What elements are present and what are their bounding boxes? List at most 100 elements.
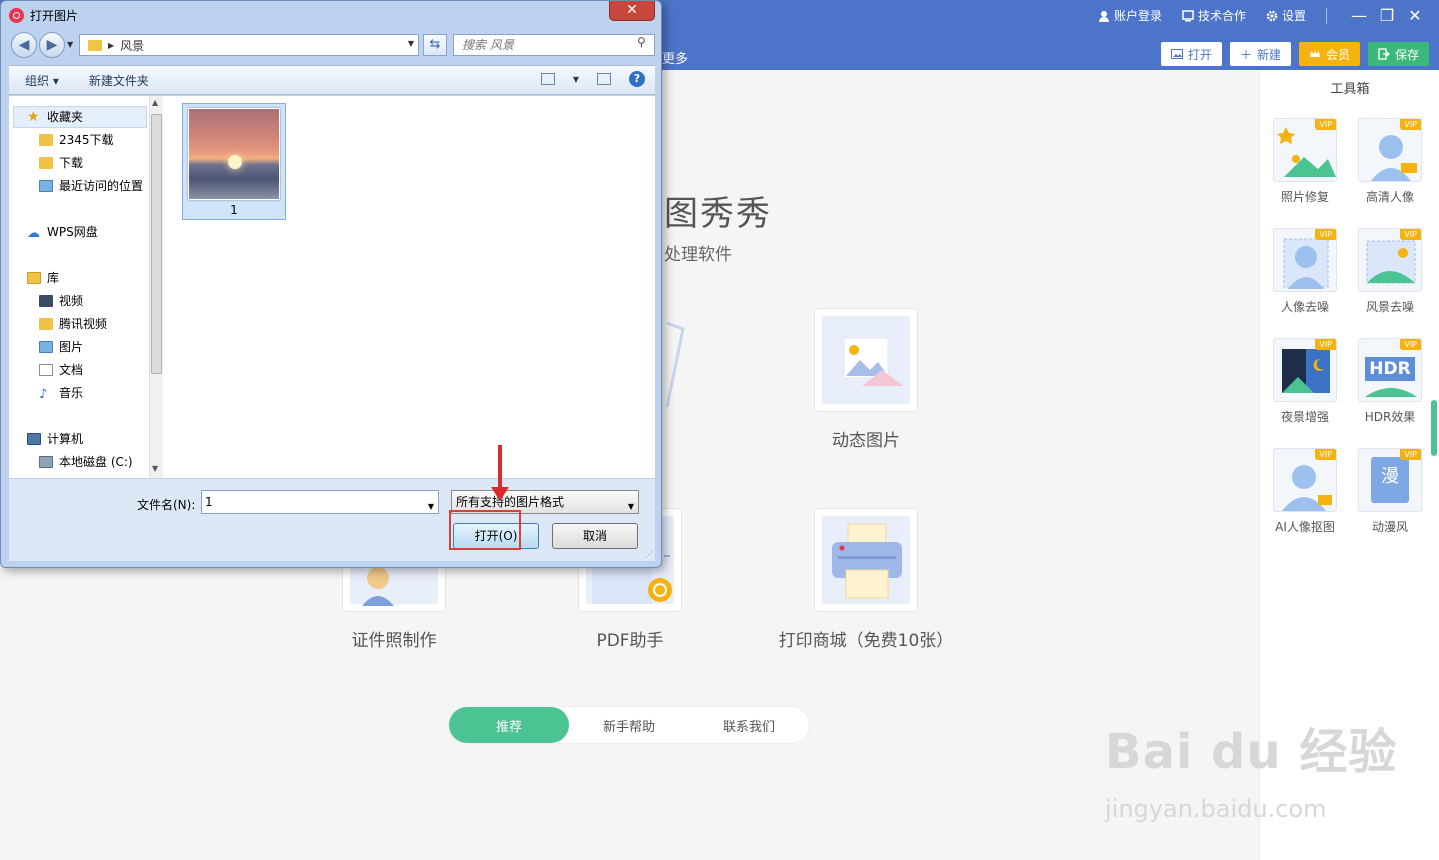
tree-item-videos[interactable]: 视频 — [39, 292, 83, 309]
tool-portrait-denoise[interactable]: VIP 人像去噪 — [1272, 228, 1338, 315]
help-icon[interactable]: ? — [629, 71, 645, 87]
picture-icon — [843, 337, 904, 386]
cooperation-link[interactable]: 技术合作 — [1182, 7, 1246, 24]
dialog-body: ★ 收藏夹 2345下载 下载 最近访问的位置 ☁ WPS网盘 库 视频 腾讯视… — [9, 96, 655, 478]
tree-label: 库 — [47, 271, 60, 285]
tree-scrollbar[interactable]: ▲ ▼ — [149, 96, 163, 478]
card-dynamic-image[interactable] — [814, 308, 918, 412]
tree-item-documents[interactable]: 文档 — [39, 361, 83, 378]
vip-badge: VIP — [1315, 119, 1336, 130]
forward-arrow-icon[interactable]: ▶ — [39, 32, 65, 58]
vip-button[interactable]: 会员 — [1298, 42, 1360, 66]
dialog-close-button[interactable]: ✕ — [609, 1, 655, 21]
navigation-bar: ◀ ▶ ▼ ▶ 风景 ▼ ⇆ ⚲ — [9, 31, 655, 59]
annotation-arrow — [498, 445, 502, 490]
breadcrumb-arrow-icon: ▶ — [108, 40, 115, 50]
login-label: 账户登录 — [1113, 9, 1162, 23]
toolbox-scrollbar[interactable] — [1431, 400, 1437, 456]
tree-label: 音乐 — [59, 386, 84, 400]
nav-more-tab[interactable]: 更多 — [662, 48, 688, 67]
tree-label: 文档 — [59, 363, 84, 377]
save-button[interactable]: 保存 — [1367, 42, 1429, 66]
scroll-up-icon[interactable]: ▲ — [152, 98, 158, 107]
back-arrow-icon[interactable]: ◀ — [11, 32, 37, 58]
login-link[interactable]: 账户登录 — [1098, 7, 1162, 24]
file-item[interactable]: 1 — [182, 103, 286, 220]
tree-item-downloads[interactable]: 下载 — [39, 154, 83, 171]
card-pdf-label: PDF助手 — [596, 631, 664, 651]
vip-badge: VIP — [1400, 119, 1421, 130]
tree-label: 计算机 — [47, 432, 84, 446]
tree-item-computer[interactable]: 计算机 — [27, 430, 83, 447]
tool-label: HDR效果 — [1364, 410, 1416, 424]
view-controls: ▼ ? — [540, 71, 645, 87]
tab-beginner-help[interactable]: 新手帮助 — [569, 707, 689, 743]
vip-badge: VIP — [1315, 339, 1336, 350]
tree-item-recent-places[interactable]: 最近访问的位置 — [39, 177, 143, 194]
tree-scroll-thumb[interactable] — [151, 114, 162, 374]
card-dynamic-label: 动态图片 — [832, 431, 900, 451]
tree-label: WPS网盘 — [47, 225, 98, 239]
vip-badge: VIP — [1315, 229, 1336, 240]
tool-scenery-denoise[interactable]: VIP 风景去噪 — [1357, 228, 1423, 315]
resize-grip-icon[interactable]: ⋰ — [645, 550, 653, 559]
card-print-shop[interactable] — [814, 508, 918, 612]
tree-label: 最近访问的位置 — [59, 179, 144, 193]
refresh-icon[interactable]: ⇆ — [423, 34, 447, 56]
open-image-dialog: 打开图片 ✕ ◀ ▶ ▼ ▶ 风景 ▼ ⇆ ⚲ 组织 ▾ 新建文件夹 ▼ ? ★ — [0, 0, 662, 568]
tool-label: AI人像抠图 — [1275, 520, 1335, 534]
tab-recommend[interactable]: 推荐 — [449, 707, 569, 743]
hdr-icon: HDR VIP — [1358, 338, 1422, 402]
scroll-down-icon[interactable]: ▼ — [152, 464, 158, 473]
computer-icon — [27, 432, 41, 445]
tree-item-wps-cloud[interactable]: ☁ WPS网盘 — [27, 223, 98, 241]
settings-link[interactable]: 设置 — [1266, 7, 1306, 24]
tree-item-2345-download[interactable]: 2345下载 — [39, 131, 114, 148]
tool-ai-cutout[interactable]: VIP AI人像抠图 — [1272, 448, 1338, 535]
preview-pane-icon[interactable] — [597, 73, 611, 85]
tool-hd-portrait[interactable]: VIP 高清人像 — [1357, 118, 1423, 205]
scenery-denoise-icon: VIP — [1358, 228, 1422, 292]
tool-hdr-effect[interactable]: HDR VIP HDR效果 — [1357, 338, 1423, 425]
folder-icon — [39, 317, 53, 330]
view-mode-icon[interactable] — [540, 73, 555, 85]
tool-night-enhance[interactable]: VIP 夜景增强 — [1272, 338, 1338, 425]
history-dropdown-icon[interactable]: ▼ — [67, 40, 73, 49]
tree-item-local-disk-c[interactable]: 本地磁盘 (C:) — [39, 453, 133, 470]
tree-item-pictures[interactable]: 图片 — [39, 338, 83, 355]
watermark-logo: Bai du 经验 — [1105, 724, 1398, 780]
view-dropdown-icon[interactable]: ▼ — [573, 75, 579, 84]
tree-item-libraries[interactable]: 库 — [27, 269, 59, 286]
filetype-value: 所有支持的图片格式 — [456, 495, 565, 509]
address-bar[interactable]: ▶ 风景 ▼ — [79, 34, 419, 56]
drive-icon — [39, 455, 53, 468]
maximize-button[interactable]: ❐ — [1373, 6, 1401, 25]
search-input[interactable] — [453, 34, 655, 56]
save-label: 保存 — [1394, 47, 1419, 62]
close-button[interactable]: ✕ — [1401, 6, 1429, 25]
tree-item-favorites[interactable]: ★ 收藏夹 — [27, 108, 83, 125]
cancel-button[interactable]: 取消 — [552, 523, 638, 549]
minimize-button[interactable]: — — [1345, 6, 1373, 25]
recent-places-icon — [39, 179, 53, 192]
divider — [1326, 7, 1327, 24]
filename-field[interactable]: 1 ▼ — [201, 490, 439, 514]
open-button[interactable]: 打开 — [1160, 42, 1222, 66]
chevron-down-icon[interactable]: ▼ — [428, 496, 434, 518]
new-folder-button[interactable]: 新建文件夹 — [89, 72, 149, 89]
tree-item-tencent-video[interactable]: 腾讯视频 — [39, 315, 107, 332]
monitor-icon — [1182, 9, 1194, 21]
tool-anime-style[interactable]: 漫 VIP 动漫风 — [1357, 448, 1423, 535]
tool-label: 高清人像 — [1365, 190, 1414, 204]
sunset-thumbnail — [188, 108, 280, 200]
search-icon[interactable]: ⚲ — [637, 35, 647, 49]
chevron-down-icon[interactable]: ▼ — [408, 39, 414, 48]
tree-item-music[interactable]: ♪ 音乐 — [39, 384, 84, 402]
sun-graphic — [228, 155, 242, 169]
tool-photo-repair[interactable]: VIP 照片修复 — [1272, 118, 1338, 205]
top-links: 账户登录 技术合作 设置 — ❐ ✕ — [1098, 6, 1429, 25]
organize-menu[interactable]: 组织 ▾ — [25, 72, 59, 89]
open-label: 打开 — [1187, 47, 1212, 62]
tab-contact-us[interactable]: 联系我们 — [689, 707, 809, 743]
new-button[interactable]: ＋ 新建 — [1229, 42, 1291, 66]
